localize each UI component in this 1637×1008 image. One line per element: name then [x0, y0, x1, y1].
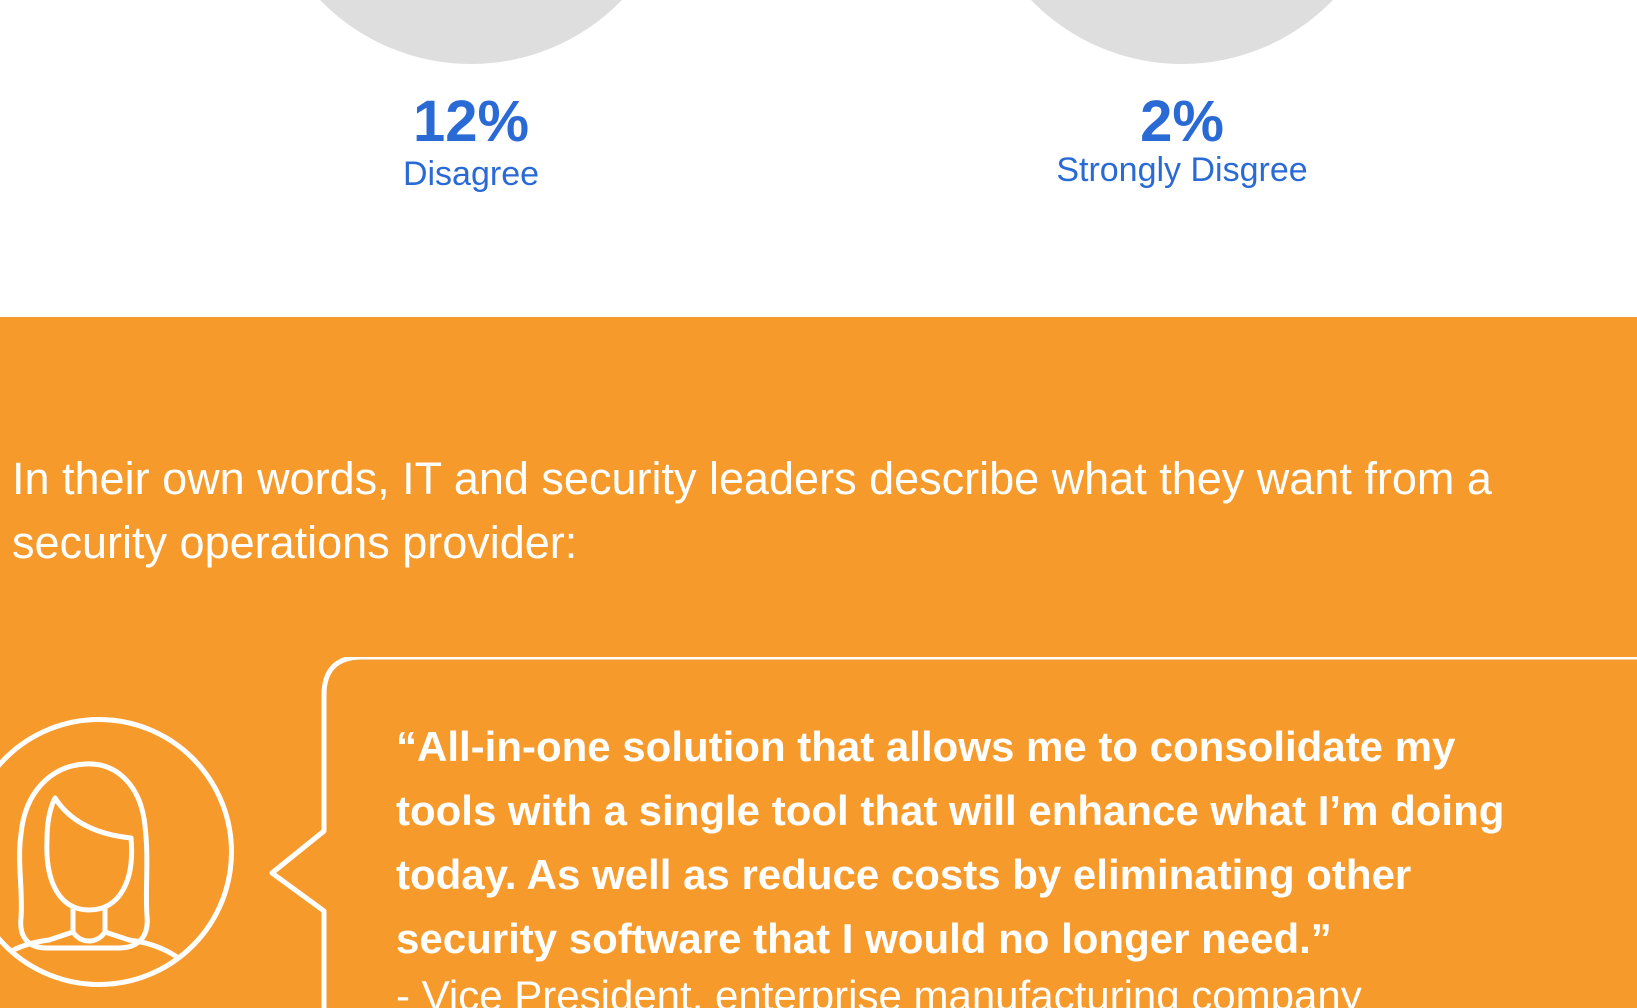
stat-strongly-disagree: 2% Strongly Disgree: [972, 90, 1392, 190]
stat-label: Strongly Disgree: [1056, 151, 1308, 189]
donut-chart-strongly-disagree: [972, 0, 1392, 64]
quote-section: In their own words, IT and security lead…: [0, 317, 1637, 1008]
quote-line: tools with a single tool that will enhan…: [396, 787, 1505, 834]
stat-value: 2%: [1140, 89, 1224, 154]
donut-chart-disagree: [261, 0, 681, 64]
quote-intro: In their own words, IT and security lead…: [12, 453, 1492, 568]
stat-label: Disagree: [402, 155, 540, 193]
stat-value: 12%: [412, 89, 530, 154]
quote-line: today. As well as reduce costs by elimin…: [396, 851, 1412, 898]
quote-attribution: - Vice President, enterprise manufacturi…: [396, 972, 1362, 1008]
quote-text: “All-in-one solution that allows me to c…: [396, 715, 1611, 971]
quote-line: “All-in-one solution that allows me to c…: [396, 723, 1456, 770]
stat-disagree: 12% Disagree: [261, 90, 681, 194]
quote-line: security software that I would no longer…: [396, 915, 1332, 962]
woman-avatar-icon: [0, 717, 234, 987]
stats-section: 12% Disagree 2% Strongly Disgree: [0, 0, 1637, 317]
